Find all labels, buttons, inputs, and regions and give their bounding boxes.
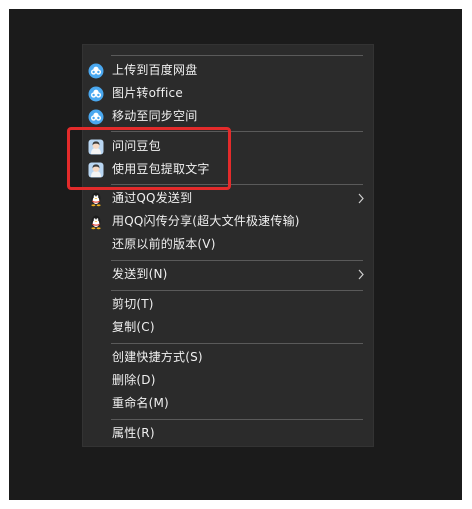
qq-penguin-icon bbox=[88, 214, 104, 230]
chevron-right-icon bbox=[356, 267, 366, 282]
baidu-cloud-icon bbox=[88, 63, 104, 79]
menu-item-image-to-office[interactable]: 图片转office bbox=[83, 82, 373, 105]
menu-item-restore-previous-versions[interactable]: 还原以前的版本(V) bbox=[83, 233, 373, 256]
menu-item-properties[interactable]: 属性(R) bbox=[83, 422, 373, 445]
highlight-annotation-box bbox=[67, 127, 231, 190]
menu-item-label: 还原以前的版本(V) bbox=[112, 237, 216, 251]
menu-item-delete[interactable]: 删除(D) bbox=[83, 369, 373, 392]
menu-item-label: 重命名(M) bbox=[112, 396, 169, 410]
baidu-cloud-icon bbox=[88, 86, 104, 102]
menu-separator bbox=[111, 343, 363, 344]
menu-item-label: 发送到(N) bbox=[112, 267, 168, 281]
menu-item-label: 移动至同步空间 bbox=[112, 109, 198, 123]
menu-item-label: 上传到百度网盘 bbox=[112, 63, 198, 77]
menu-item-label: 创建快捷方式(S) bbox=[112, 350, 203, 364]
menu-separator bbox=[111, 55, 363, 56]
context-menu: 上传到百度网盘 图片转office 移动至同步空间 问问豆包 使用豆包提取文字 … bbox=[83, 45, 373, 446]
menu-item-label: 复制(C) bbox=[112, 320, 155, 334]
menu-item-move-to-sync[interactable]: 移动至同步空间 bbox=[83, 105, 373, 128]
menu-separator bbox=[111, 419, 363, 420]
menu-item-upload-baidu[interactable]: 上传到百度网盘 bbox=[83, 59, 373, 82]
chevron-right-icon bbox=[356, 191, 366, 206]
menu-item-qq-flash-share[interactable]: 用QQ闪传分享(超大文件极速传输) bbox=[83, 210, 373, 233]
menu-item-cut[interactable]: 剪切(T) bbox=[83, 293, 373, 316]
menu-item-send-to[interactable]: 发送到(N) bbox=[83, 263, 373, 286]
menu-item-label: 删除(D) bbox=[112, 373, 156, 387]
menu-item-label: 通过QQ发送到 bbox=[112, 191, 193, 205]
menu-item-copy[interactable]: 复制(C) bbox=[83, 316, 373, 339]
menu-separator bbox=[111, 290, 363, 291]
menu-item-label: 用QQ闪传分享(超大文件极速传输) bbox=[112, 214, 300, 228]
menu-item-label: 属性(R) bbox=[112, 426, 155, 440]
menu-item-create-shortcut[interactable]: 创建快捷方式(S) bbox=[83, 346, 373, 369]
qq-penguin-icon bbox=[88, 191, 104, 207]
menu-item-rename[interactable]: 重命名(M) bbox=[83, 392, 373, 415]
baidu-cloud-icon bbox=[88, 109, 104, 125]
menu-separator bbox=[111, 260, 363, 261]
menu-item-label: 图片转office bbox=[112, 86, 183, 100]
menu-item-label: 剪切(T) bbox=[112, 297, 154, 311]
menu-item-send-via-qq[interactable]: 通过QQ发送到 bbox=[83, 187, 373, 210]
